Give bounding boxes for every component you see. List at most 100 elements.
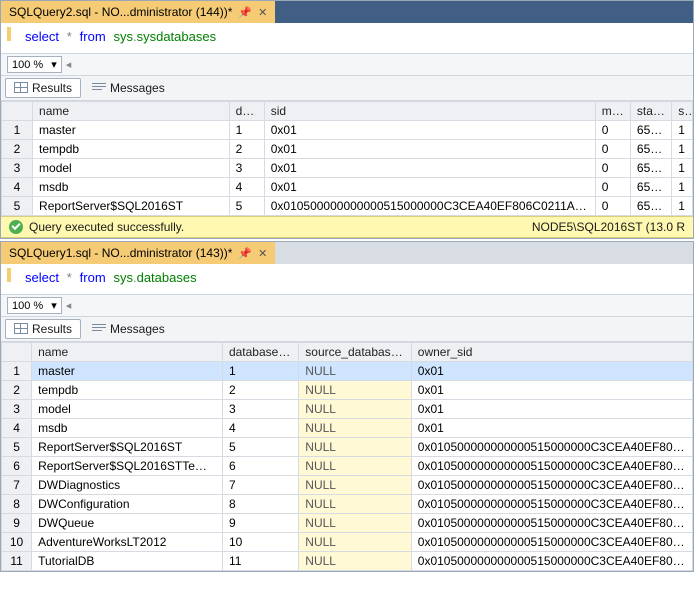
cell-name[interactable]: ReportServer$SQL2016ST [33, 197, 230, 216]
chevron-left-icon[interactable]: ◂ [66, 58, 72, 71]
table-row[interactable]: 3model3NULL0x01 [2, 400, 693, 419]
cell-sid[interactable]: 0x01 [264, 159, 595, 178]
cell-owner-sid[interactable]: 0x010500000000000515000000C3CEA40EF806C0… [411, 476, 692, 495]
table-row[interactable]: 5ReportServer$SQL2016ST5NULL0x0105000000… [2, 438, 693, 457]
table-row[interactable]: 11TutorialDB11NULL0x01050000000000051500… [2, 552, 693, 571]
zoom-combo[interactable]: 100 % ▾ [7, 297, 62, 314]
cell-source-database-id[interactable]: NULL [299, 476, 411, 495]
table-row[interactable]: 10AdventureWorksLT201210NULL0x0105000000… [2, 533, 693, 552]
chevron-left-icon[interactable]: ◂ [66, 299, 72, 312]
cell-name[interactable]: tempdb [33, 140, 230, 159]
cell-database-id[interactable]: 2 [222, 381, 298, 400]
cell-name[interactable]: model [32, 400, 223, 419]
col-owner-sid[interactable]: owner_sid [411, 343, 692, 362]
close-icon[interactable]: ✕ [258, 6, 267, 19]
table-row[interactable]: 1master1NULL0x01 [2, 362, 693, 381]
cell-name[interactable]: ReportServer$SQL2016STTempDB [32, 457, 223, 476]
cell-name[interactable]: AdventureWorksLT2012 [32, 533, 223, 552]
col-name[interactable]: name [33, 102, 230, 121]
cell-owner-sid[interactable]: 0x010500000000000515000000C3CEA40EF806C0… [411, 552, 692, 571]
cell-mode[interactable]: 0 [595, 121, 630, 140]
col-database-id[interactable]: database_id [222, 343, 298, 362]
col-status[interactable]: status [630, 102, 671, 121]
cell-sid[interactable]: 0x010500000000000515000000C3CEA40EF806C0… [264, 197, 595, 216]
cell-source-database-id[interactable]: NULL [299, 495, 411, 514]
cell-status[interactable]: 65544 [630, 178, 671, 197]
sql-editor[interactable]: select * from sys.sysdatabases [1, 23, 693, 54]
cell-database-id[interactable]: 10 [222, 533, 298, 552]
cell-name[interactable]: DWQueue [32, 514, 223, 533]
cell-source-database-id[interactable]: NULL [299, 400, 411, 419]
cell-name[interactable]: master [33, 121, 230, 140]
cell-owner-sid[interactable]: 0x010500000000000515000000C3CEA40EF806C0… [411, 533, 692, 552]
cell-dbid[interactable]: 4 [229, 178, 264, 197]
cell-name[interactable]: msdb [33, 178, 230, 197]
cell-dbid[interactable]: 1 [229, 121, 264, 140]
cell-source-database-id[interactable]: NULL [299, 381, 411, 400]
sql-code[interactable]: select * from sys.sysdatabases [19, 27, 222, 47]
file-tab-sqlquery1[interactable]: SQLQuery1.sql - NO...dministrator (143))… [1, 242, 275, 264]
results-tab[interactable]: Results [5, 78, 81, 98]
pin-icon[interactable]: 📌 [238, 247, 252, 260]
cell-st2[interactable]: 1 [672, 140, 693, 159]
cell-database-id[interactable]: 9 [222, 514, 298, 533]
col-sid[interactable]: sid [264, 102, 595, 121]
col-dbid[interactable]: dbid [229, 102, 264, 121]
cell-name[interactable]: tempdb [32, 381, 223, 400]
table-row[interactable]: 3model30x010655361 [2, 159, 693, 178]
results-tab[interactable]: Results [5, 319, 81, 339]
cell-owner-sid[interactable]: 0x010500000000000515000000C3CEA40EF806C0… [411, 495, 692, 514]
cell-source-database-id[interactable]: NULL [299, 514, 411, 533]
cell-source-database-id[interactable]: NULL [299, 362, 411, 381]
pin-icon[interactable]: 📌 [238, 6, 252, 19]
cell-st2[interactable]: 1 [672, 121, 693, 140]
cell-sid[interactable]: 0x01 [264, 140, 595, 159]
cell-name[interactable]: msdb [32, 419, 223, 438]
cell-st2[interactable]: 1 [672, 159, 693, 178]
cell-database-id[interactable]: 11 [222, 552, 298, 571]
sql-code[interactable]: select * from sys.databases [19, 268, 203, 288]
close-icon[interactable]: ✕ [258, 247, 267, 260]
cell-status[interactable]: 65544 [630, 140, 671, 159]
cell-name[interactable]: TutorialDB [32, 552, 223, 571]
messages-tab[interactable]: Messages [83, 78, 174, 98]
cell-name[interactable]: DWConfiguration [32, 495, 223, 514]
cell-mode[interactable]: 0 [595, 197, 630, 216]
cell-source-database-id[interactable]: NULL [299, 457, 411, 476]
col-st2[interactable]: st [672, 102, 693, 121]
table-row[interactable]: 9DWQueue9NULL0x010500000000000515000000C… [2, 514, 693, 533]
cell-status[interactable]: 65536 [630, 197, 671, 216]
cell-database-id[interactable]: 3 [222, 400, 298, 419]
cell-mode[interactable]: 0 [595, 178, 630, 197]
cell-name[interactable]: master [32, 362, 223, 381]
table-row[interactable]: 8DWConfiguration8NULL0x01050000000000051… [2, 495, 693, 514]
cell-status[interactable]: 65544 [630, 121, 671, 140]
cell-database-id[interactable]: 4 [222, 419, 298, 438]
cell-owner-sid[interactable]: 0x010500000000000515000000C3CEA40EF806C0… [411, 438, 692, 457]
table-row[interactable]: 4msdb4NULL0x01 [2, 419, 693, 438]
table-row[interactable]: 2tempdb20x010655441 [2, 140, 693, 159]
cell-source-database-id[interactable]: NULL [299, 419, 411, 438]
cell-source-database-id[interactable]: NULL [299, 533, 411, 552]
zoom-combo[interactable]: 100 % ▾ [7, 56, 62, 73]
cell-name[interactable]: DWDiagnostics [32, 476, 223, 495]
cell-owner-sid[interactable]: 0x01 [411, 400, 692, 419]
cell-database-id[interactable]: 1 [222, 362, 298, 381]
messages-tab[interactable]: Messages [83, 319, 174, 339]
cell-database-id[interactable]: 8 [222, 495, 298, 514]
cell-sid[interactable]: 0x01 [264, 121, 595, 140]
table-row[interactable]: 6ReportServer$SQL2016STTempDB6NULL0x0105… [2, 457, 693, 476]
table-row[interactable]: 7DWDiagnostics7NULL0x0105000000000005150… [2, 476, 693, 495]
results-grid[interactable]: name database_id source_database_id owne… [1, 342, 693, 571]
cell-st2[interactable]: 1 [672, 178, 693, 197]
cell-dbid[interactable]: 2 [229, 140, 264, 159]
file-tab-sqlquery2[interactable]: SQLQuery2.sql - NO...dministrator (144))… [1, 1, 275, 23]
col-mode[interactable]: mode [595, 102, 630, 121]
cell-database-id[interactable]: 7 [222, 476, 298, 495]
col-source-database-id[interactable]: source_database_id [299, 343, 411, 362]
cell-owner-sid[interactable]: 0x010500000000000515000000C3CEA40EF806C0… [411, 457, 692, 476]
table-row[interactable]: 1master10x010655441 [2, 121, 693, 140]
table-row[interactable]: 4msdb40x010655441 [2, 178, 693, 197]
cell-source-database-id[interactable]: NULL [299, 552, 411, 571]
cell-st2[interactable]: 1 [672, 197, 693, 216]
